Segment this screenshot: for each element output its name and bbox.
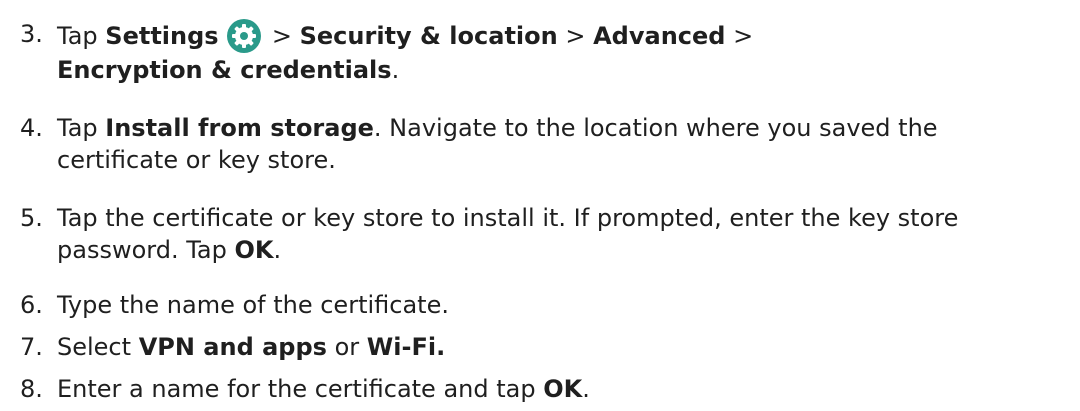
advanced-label: Advanced bbox=[593, 22, 726, 50]
ok-label: OK bbox=[234, 236, 274, 264]
encryption-credentials-label: Encryption & credentials bbox=[57, 56, 392, 84]
step-description: Enter a name for the certificate and tap bbox=[57, 375, 536, 403]
step-number: 7. bbox=[20, 333, 43, 361]
step-text: Tap the certificate or key store to inst… bbox=[57, 202, 1067, 266]
step-text: Tap Settings > Security & location > Adv… bbox=[57, 18, 1067, 86]
breadcrumb-separator: > bbox=[565, 22, 586, 50]
step-verb: Tap bbox=[57, 114, 98, 142]
punctuation: . bbox=[582, 375, 590, 403]
step-number: 6. bbox=[20, 291, 43, 319]
step-verb: Tap bbox=[57, 22, 98, 50]
step-description: Type the name of the certificate. bbox=[57, 291, 449, 319]
step-description: Tap the certificate or key store to inst… bbox=[57, 204, 959, 232]
step-verb: Select bbox=[57, 333, 132, 361]
step-number: 3. bbox=[20, 20, 43, 48]
wifi-label: Wi-Fi. bbox=[366, 333, 446, 361]
step-text: Select VPN and apps or Wi-Fi. bbox=[57, 331, 1067, 363]
ok-label: OK bbox=[543, 375, 583, 403]
vpn-and-apps-label: VPN and apps bbox=[138, 333, 327, 361]
conjunction: or bbox=[334, 333, 360, 361]
settings-label: Settings bbox=[105, 22, 219, 50]
breadcrumb-separator: > bbox=[271, 22, 292, 50]
step-description-cont: certificate or key store. bbox=[57, 146, 336, 174]
install-from-storage-label: Install from storage bbox=[105, 114, 374, 142]
step-text: Type the name of the certificate. bbox=[57, 289, 1067, 321]
step-description-cont: password. Tap bbox=[57, 236, 227, 264]
punctuation: . bbox=[391, 56, 400, 84]
punctuation: . bbox=[273, 236, 282, 264]
step-number: 8. bbox=[20, 375, 43, 403]
step-text: Tap Install from storage. Navigate to th… bbox=[57, 112, 1067, 176]
step-text: Enter a name for the certificate and tap… bbox=[57, 373, 1067, 405]
breadcrumb-separator: > bbox=[733, 22, 754, 50]
settings-gear-icon bbox=[227, 19, 262, 53]
security-location-label: Security & location bbox=[299, 22, 558, 50]
step-description: . Navigate to the location where you sav… bbox=[373, 114, 938, 142]
step-number: 5. bbox=[20, 204, 43, 232]
step-number: 4. bbox=[20, 114, 43, 142]
